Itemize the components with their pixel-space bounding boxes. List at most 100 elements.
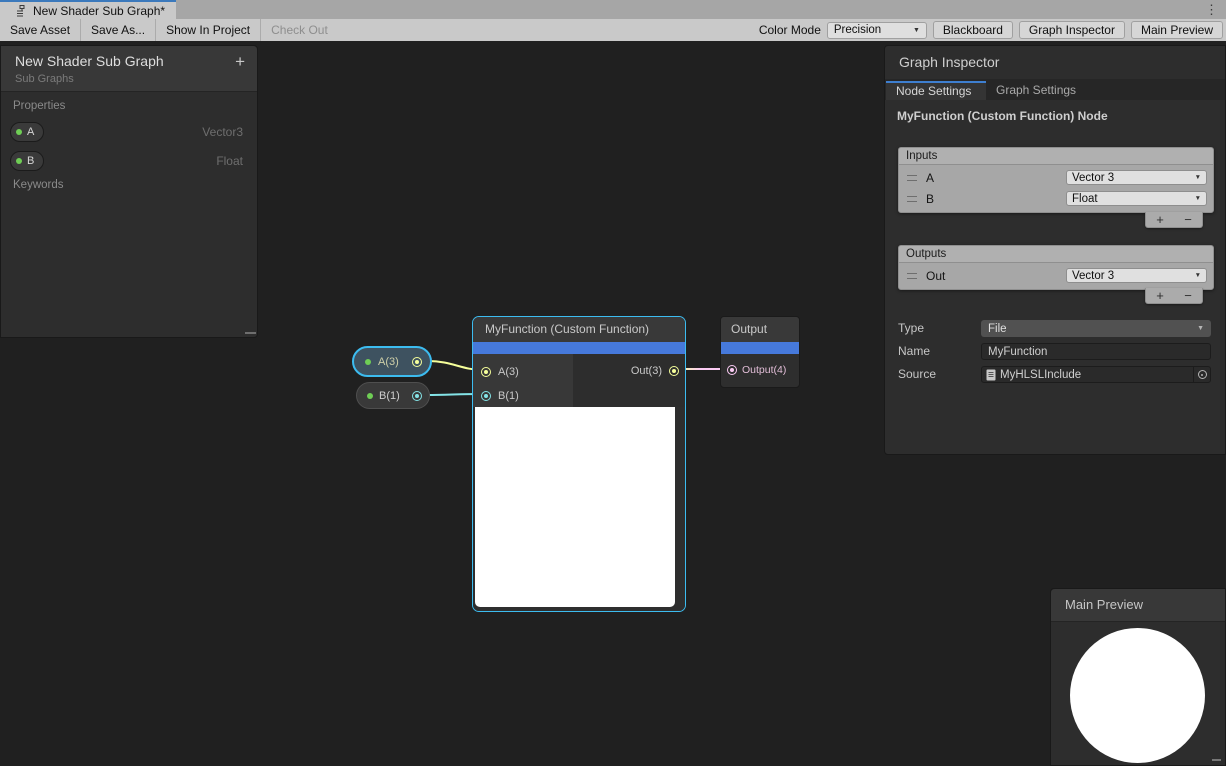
tab-bar: New Shader Sub Graph* ⋮ bbox=[0, 0, 1226, 19]
graph-inspector-title: Graph Inspector bbox=[899, 54, 999, 70]
port-b-output[interactable] bbox=[412, 391, 422, 401]
object-picker-button[interactable] bbox=[1193, 367, 1210, 382]
property-node-b[interactable]: B(1) bbox=[356, 382, 430, 409]
inputs-list-footer: + − bbox=[1145, 212, 1203, 228]
port-a-output[interactable] bbox=[412, 357, 422, 367]
property-type: Vector3 bbox=[202, 125, 243, 139]
preview-sphere[interactable] bbox=[1070, 628, 1205, 763]
blackboard-subtitle: Sub Graphs bbox=[15, 73, 74, 85]
file-icon bbox=[986, 369, 996, 381]
input-port-row-a: A(3) bbox=[481, 366, 519, 378]
type-field-row: Type File ▼ bbox=[898, 320, 1211, 337]
dropdown-value: Vector 3 bbox=[1072, 172, 1114, 184]
name-label: Name bbox=[898, 344, 930, 358]
property-pill-b[interactable]: B bbox=[10, 151, 44, 171]
add-property-button[interactable]: + bbox=[235, 52, 245, 72]
remove-input-button[interactable]: − bbox=[1184, 213, 1192, 227]
node-preview-image bbox=[475, 407, 675, 607]
node-color-bar bbox=[721, 342, 799, 354]
toolbar: Save Asset Save As... Show In Project Ch… bbox=[0, 19, 1226, 41]
row-name: B bbox=[926, 192, 934, 206]
properties-section-label: Properties bbox=[13, 100, 65, 112]
row-name: Out bbox=[926, 269, 945, 283]
object-picker-icon bbox=[1198, 370, 1207, 379]
blackboard-toggle-button[interactable]: Blackboard bbox=[933, 21, 1013, 39]
remove-output-button[interactable]: − bbox=[1184, 289, 1192, 303]
property-node-a[interactable]: A(3) bbox=[352, 346, 432, 377]
inputs-list-body: A Vector 3 ▼ B Float ▼ bbox=[898, 164, 1214, 213]
check-out-button: Check Out bbox=[261, 19, 338, 41]
show-in-project-button[interactable]: Show In Project bbox=[156, 19, 261, 41]
property-pill-a[interactable]: A bbox=[10, 122, 44, 142]
port-label: B(1) bbox=[498, 390, 519, 402]
add-output-button[interactable]: + bbox=[1156, 289, 1164, 303]
save-asset-button[interactable]: Save Asset bbox=[0, 19, 81, 41]
port-label: A(3) bbox=[498, 366, 519, 378]
port-input-b[interactable] bbox=[481, 391, 491, 401]
color-mode-dropdown[interactable]: Precision ▼ bbox=[827, 22, 927, 39]
main-preview-header[interactable]: Main Preview bbox=[1051, 589, 1225, 622]
dropdown-value: Float bbox=[1072, 193, 1098, 205]
type-dropdown[interactable]: File ▼ bbox=[981, 320, 1211, 337]
shader-graph-window: New Shader Sub Graph* ⋮ Save Asset Save … bbox=[0, 0, 1226, 766]
port-input-output[interactable] bbox=[727, 365, 737, 375]
output-port-row-out: Out(3) bbox=[631, 365, 679, 377]
node-title[interactable]: Output bbox=[721, 317, 799, 342]
blackboard-resize-handle[interactable] bbox=[245, 332, 256, 334]
drag-handle-icon[interactable] bbox=[907, 175, 917, 181]
property-node-label: B(1) bbox=[379, 390, 400, 402]
list-row-output-out[interactable]: Out Vector 3 ▼ bbox=[899, 265, 1213, 286]
chevron-down-icon: ▼ bbox=[1195, 195, 1201, 202]
output-out-type-dropdown[interactable]: Vector 3 ▼ bbox=[1066, 268, 1207, 283]
save-as-button[interactable]: Save As... bbox=[81, 19, 156, 41]
name-field-row: Name MyFunction bbox=[898, 343, 1211, 360]
blackboard-header[interactable]: New Shader Sub Graph + Sub Graphs bbox=[1, 46, 257, 92]
blackboard-panel: New Shader Sub Graph + Sub Graphs Proper… bbox=[0, 45, 258, 338]
outputs-list-footer: + − bbox=[1145, 288, 1203, 304]
main-preview-resize-handle[interactable] bbox=[1212, 759, 1221, 761]
list-row-input-b[interactable]: B Float ▼ bbox=[899, 188, 1213, 209]
input-port-row-output: Output(4) bbox=[727, 364, 786, 376]
tab-new-shader-sub-graph[interactable]: New Shader Sub Graph* bbox=[0, 0, 176, 19]
dropdown-value: File bbox=[988, 323, 1007, 335]
input-a-type-dropdown[interactable]: Vector 3 ▼ bbox=[1066, 170, 1207, 185]
source-label: Source bbox=[898, 367, 936, 381]
name-input[interactable]: MyFunction bbox=[981, 343, 1211, 360]
drag-handle-icon[interactable] bbox=[907, 273, 917, 279]
port-label: Out(3) bbox=[631, 365, 662, 377]
main-preview-panel: Main Preview bbox=[1050, 588, 1226, 766]
outputs-list-header: Outputs bbox=[898, 245, 1214, 262]
list-row-input-a[interactable]: A Vector 3 ▼ bbox=[899, 167, 1213, 188]
port-input-a[interactable] bbox=[481, 367, 491, 377]
chevron-down-icon: ▼ bbox=[913, 27, 920, 34]
input-b-type-dropdown[interactable]: Float ▼ bbox=[1066, 191, 1207, 206]
node-preview-area bbox=[473, 407, 685, 611]
outputs-list: Outputs Out Vector 3 ▼ bbox=[898, 245, 1214, 290]
exposed-dot-icon bbox=[367, 393, 373, 399]
custom-function-node[interactable]: MyFunction (Custom Function) A(3) B(1) O… bbox=[472, 316, 686, 612]
outputs-list-body: Out Vector 3 ▼ bbox=[898, 262, 1214, 290]
inputs-list: Inputs A Vector 3 ▼ B Float ▼ bbox=[898, 147, 1214, 213]
port-output-out[interactable] bbox=[669, 366, 679, 376]
tab-graph-settings[interactable]: Graph Settings bbox=[986, 81, 1086, 100]
exposed-dot-icon bbox=[365, 359, 371, 365]
tab-node-settings[interactable]: Node Settings bbox=[886, 81, 986, 100]
node-ports-area: Output(4) bbox=[721, 354, 799, 387]
exposed-dot-icon bbox=[16, 129, 22, 135]
graph-inspector-toggle-button[interactable]: Graph Inspector bbox=[1019, 21, 1125, 39]
dropdown-value: Vector 3 bbox=[1072, 270, 1114, 282]
chevron-down-icon: ▼ bbox=[1195, 174, 1201, 181]
input-port-row-b: B(1) bbox=[481, 390, 519, 402]
add-input-button[interactable]: + bbox=[1156, 213, 1164, 227]
output-node[interactable]: Output Output(4) bbox=[720, 316, 800, 388]
color-mode-value: Precision bbox=[834, 24, 881, 36]
property-row-a: A Vector3 bbox=[1, 122, 257, 142]
node-title[interactable]: MyFunction (Custom Function) bbox=[473, 317, 685, 342]
blackboard-title: New Shader Sub Graph bbox=[15, 53, 164, 69]
drag-handle-icon[interactable] bbox=[907, 196, 917, 202]
object-value: MyHLSLInclude bbox=[1000, 369, 1081, 381]
property-type: Float bbox=[216, 154, 243, 168]
main-preview-toggle-button[interactable]: Main Preview bbox=[1131, 21, 1223, 39]
window-menu-icon[interactable]: ⋮ bbox=[1205, 1, 1218, 18]
source-object-field[interactable]: MyHLSLInclude bbox=[981, 366, 1211, 383]
